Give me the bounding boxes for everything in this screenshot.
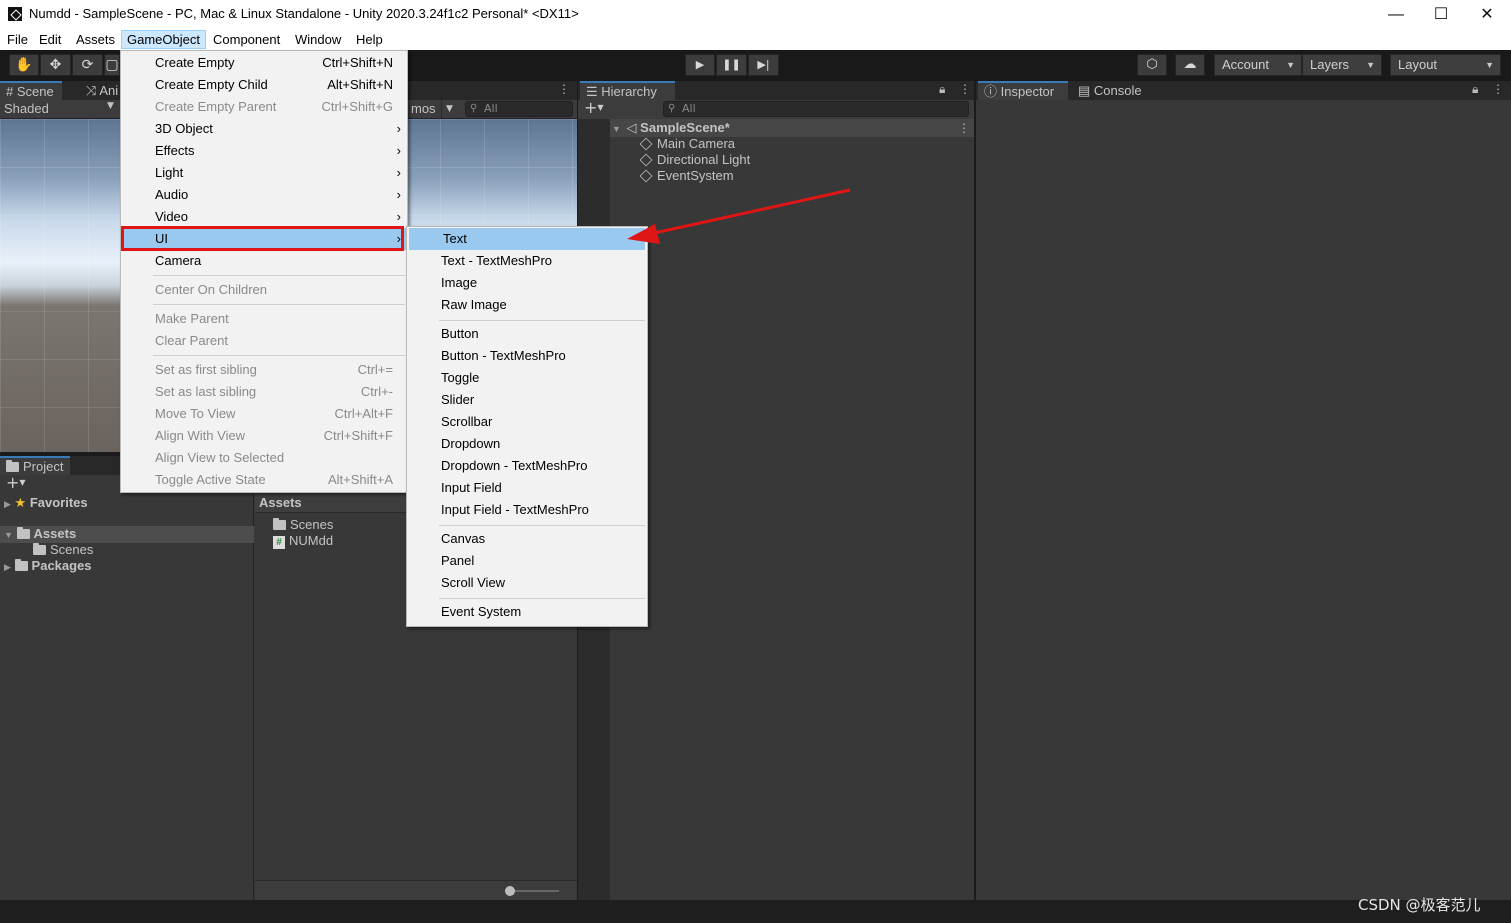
- arrow-shaft: [649, 188, 851, 236]
- arrow-head: [627, 224, 660, 244]
- annotation-arrow: [627, 188, 851, 244]
